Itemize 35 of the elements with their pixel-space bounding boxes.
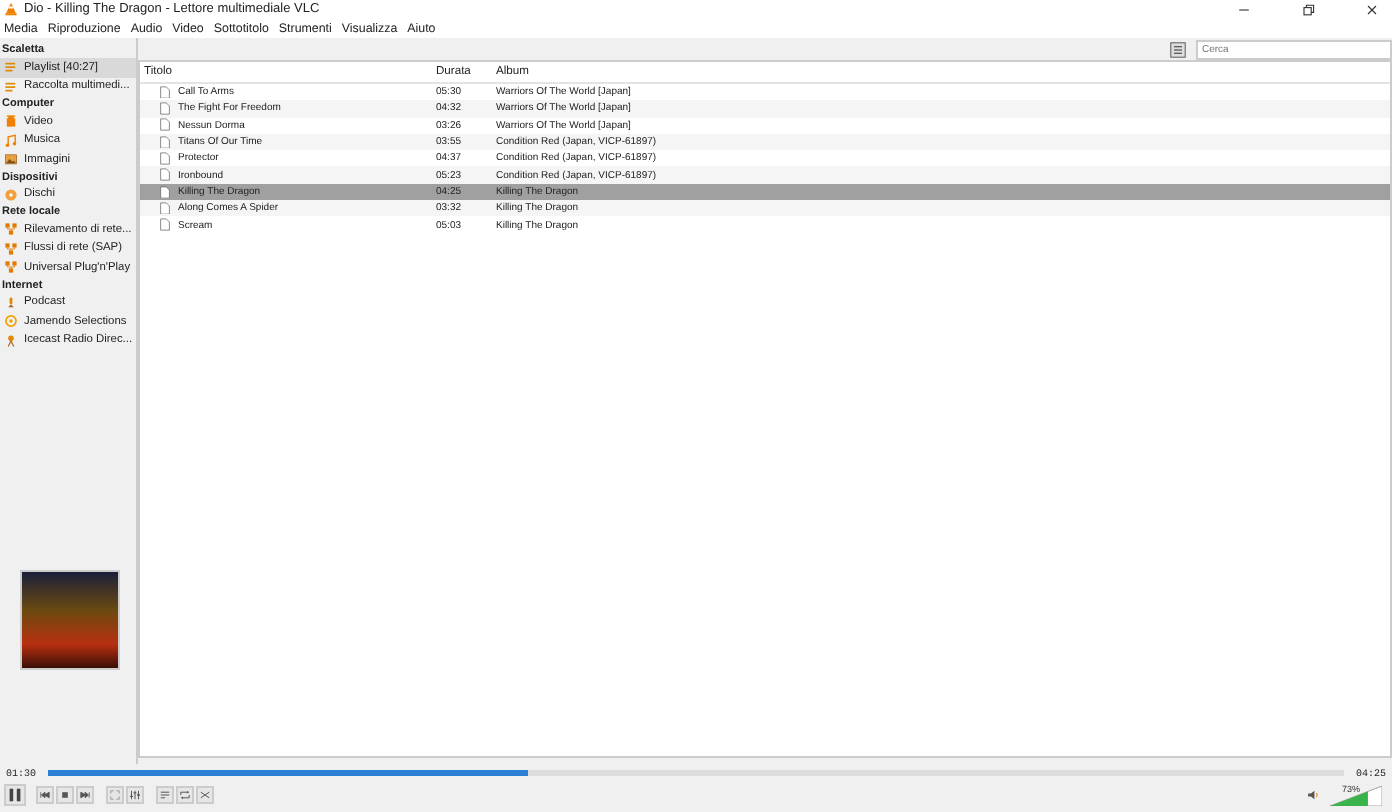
podcast-icon bbox=[4, 295, 18, 310]
network-icon bbox=[4, 222, 18, 237]
list-icon bbox=[158, 788, 172, 802]
pause-button[interactable] bbox=[4, 784, 26, 806]
network-icon bbox=[4, 241, 18, 256]
view-mode-icon[interactable] bbox=[1170, 41, 1186, 57]
pause-icon bbox=[6, 786, 24, 804]
disc-icon bbox=[4, 187, 18, 202]
equalizer-button[interactable] bbox=[126, 786, 144, 804]
previous-icon bbox=[38, 788, 52, 802]
sliders-icon bbox=[128, 788, 142, 802]
music-note-icon bbox=[4, 133, 18, 148]
previous-button[interactable] bbox=[36, 786, 54, 804]
seek-bar[interactable] bbox=[48, 770, 1344, 776]
next-button[interactable] bbox=[76, 786, 94, 804]
list-icon bbox=[4, 60, 18, 75]
album-art-placeholder bbox=[20, 570, 120, 670]
antenna-icon bbox=[4, 333, 18, 348]
loop-button[interactable] bbox=[176, 786, 194, 804]
restore-icon[interactable] bbox=[1300, 1, 1316, 17]
circle-icon bbox=[4, 314, 18, 329]
close-icon[interactable] bbox=[1364, 1, 1380, 17]
film-icon bbox=[4, 114, 18, 129]
image-icon bbox=[4, 152, 18, 167]
speaker-icon[interactable] bbox=[1306, 788, 1320, 802]
network-icon bbox=[4, 260, 18, 275]
stop-icon bbox=[58, 788, 72, 802]
list-icon bbox=[4, 79, 18, 94]
next-icon bbox=[78, 788, 92, 802]
stop-button[interactable] bbox=[56, 786, 74, 804]
fullscreen-icon bbox=[108, 788, 122, 802]
shuffle-button[interactable] bbox=[196, 786, 214, 804]
playlist-button[interactable] bbox=[156, 786, 174, 804]
shuffle-icon bbox=[198, 788, 212, 802]
loop-icon bbox=[178, 788, 192, 802]
